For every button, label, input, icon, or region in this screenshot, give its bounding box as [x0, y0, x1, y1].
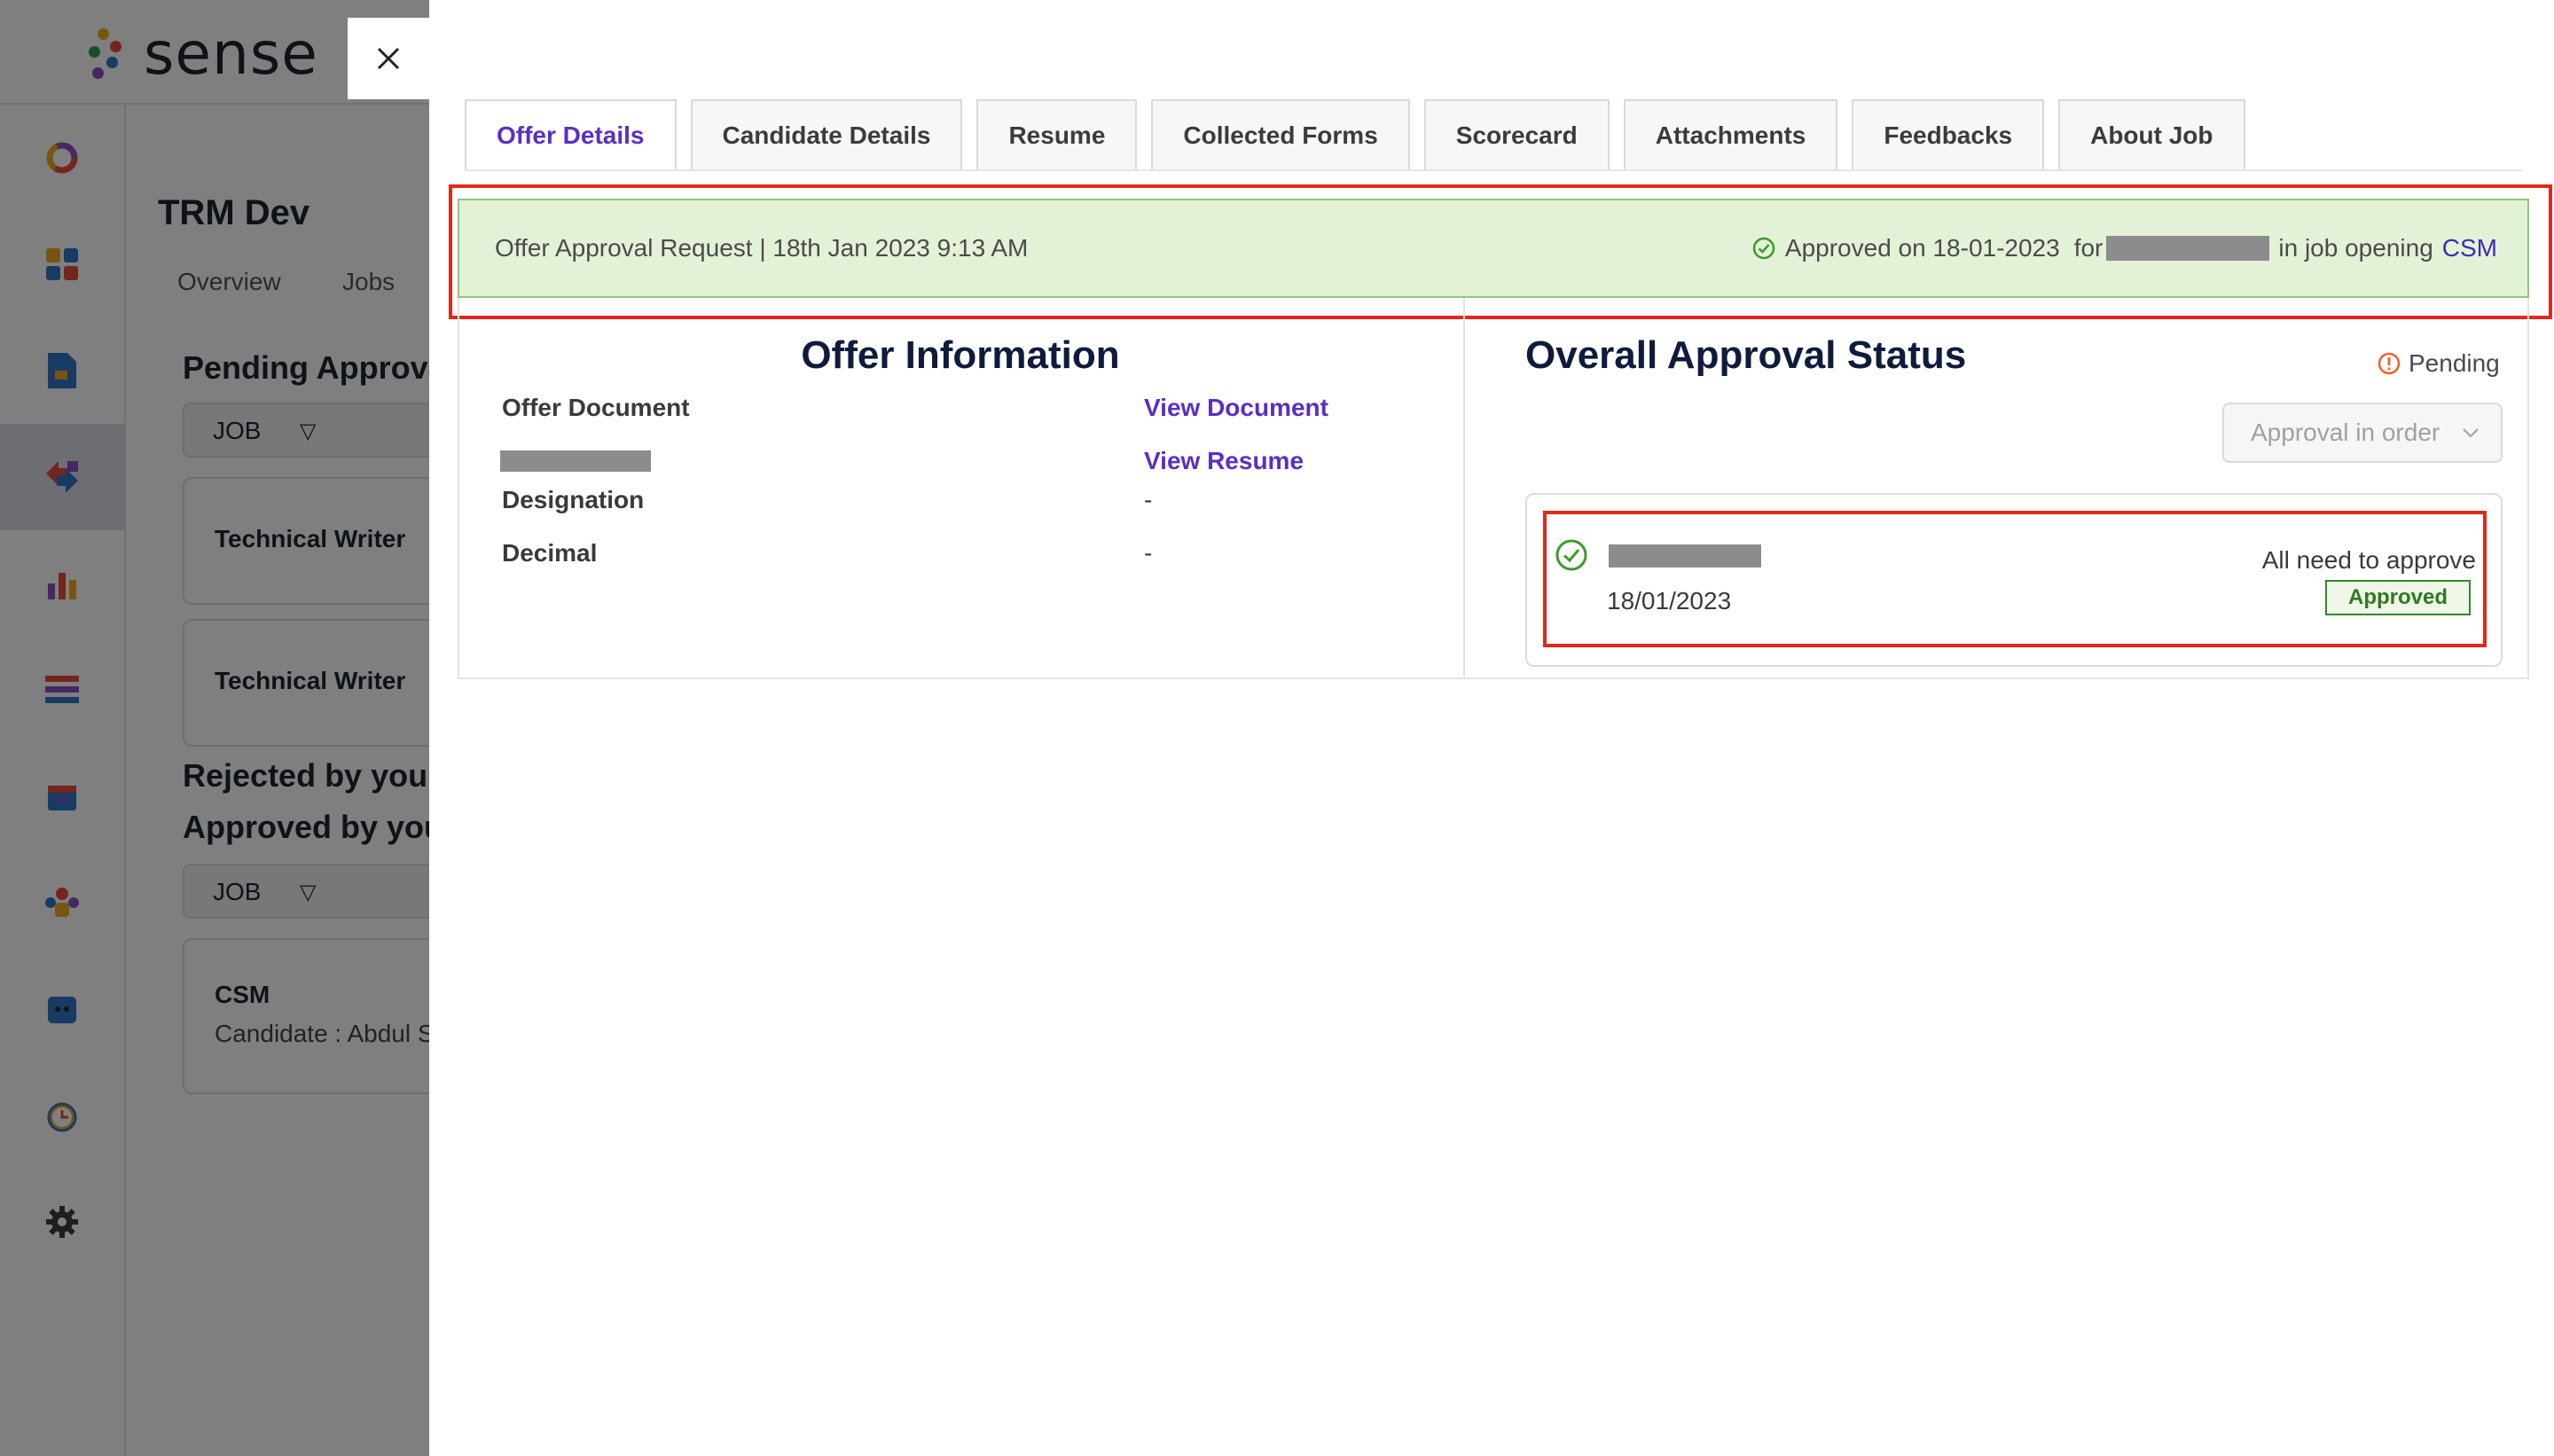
- redacted-field-label: [500, 450, 651, 472]
- tab-collected-forms[interactable]: Collected Forms: [1151, 99, 1410, 170]
- chevron-down-icon: [2463, 428, 2479, 438]
- approver-check-icon: [1554, 537, 1589, 577]
- drawer-tabs: Offer Details Candidate Details Resume C…: [465, 99, 2245, 170]
- view-document-link[interactable]: View Document: [1144, 394, 1328, 422]
- approver-highlight-box: [1543, 511, 2487, 647]
- close-button[interactable]: [348, 18, 429, 99]
- column-divider: [1463, 298, 1465, 679]
- view-resume-link[interactable]: View Resume: [1144, 447, 1304, 475]
- designation-value: -: [1144, 486, 1153, 513]
- tab-scorecard[interactable]: Scorecard: [1423, 99, 1610, 170]
- pending-status-text: Pending: [2409, 349, 2500, 377]
- tab-resume[interactable]: Resume: [976, 99, 1138, 170]
- approval-order-value: Approval in order: [2251, 419, 2440, 446]
- pending-status: Pending: [2377, 349, 2500, 378]
- tab-offer-details[interactable]: Offer Details: [465, 99, 677, 170]
- overall-approval-status-title: Overall Approval Status: [1525, 333, 1967, 377]
- tab-about-job[interactable]: About Job: [2058, 99, 2245, 170]
- decimal-label: Decimal: [502, 539, 598, 567]
- approval-date: 18/01/2023: [1607, 587, 1732, 614]
- tab-candidate-details[interactable]: Candidate Details: [690, 99, 963, 170]
- tabs-divider: [465, 169, 2522, 171]
- tab-attachments[interactable]: Attachments: [1623, 99, 1838, 170]
- approval-order-select[interactable]: Approval in order: [2222, 403, 2503, 463]
- redacted-approver-name: [1609, 544, 1761, 568]
- offer-information-title: Offer Information: [801, 333, 1120, 377]
- close-icon: [377, 47, 400, 70]
- designation-label: Designation: [502, 486, 645, 513]
- info-circle-icon: [2378, 352, 2401, 375]
- tab-feedbacks[interactable]: Feedbacks: [1852, 99, 2045, 170]
- decimal-value: -: [1144, 539, 1153, 567]
- approved-status-badge: Approved: [2325, 580, 2471, 615]
- offer-drawer: Offer Details Candidate Details Resume C…: [429, 0, 2554, 1456]
- offer-document-label: Offer Document: [502, 394, 690, 421]
- approval-rule-text: All need to approve: [2261, 546, 2476, 574]
